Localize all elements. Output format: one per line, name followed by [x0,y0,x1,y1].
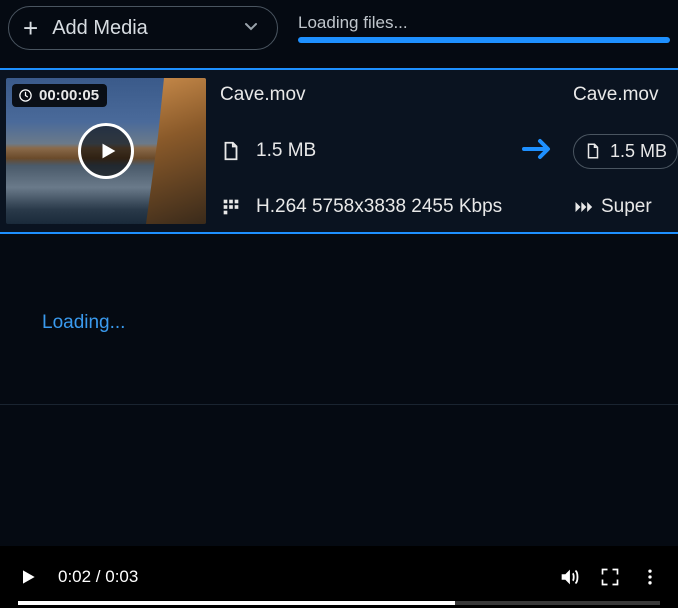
duration-text: 00:00:05 [39,87,99,104]
clock-icon [18,88,33,103]
divider [0,404,678,405]
file-icon [220,140,242,162]
toolbar: + Add Media Loading files... [0,0,678,54]
file-icon [584,142,602,160]
player-time-label: 0:02 / 0:03 [58,567,538,587]
media-thumbnail[interactable]: 00:00:05 [6,78,206,224]
play-icon [18,567,38,587]
media-codec: H.264 5758x3838 2455 Kbps [256,196,502,218]
panel-loading-label: Loading... [0,234,678,404]
media-size: 1.5 MB [256,140,316,162]
volume-icon [558,566,580,588]
media-output-column: Cave.mov 1.5 MB Super [573,78,678,224]
output-preset: Super [601,196,652,218]
player-play-button[interactable] [18,567,38,587]
media-metadata: Cave.mov 1.5 MB H.264 5758x3838 2455 Kbp… [220,78,559,224]
duration-badge: 00:00:05 [12,84,107,107]
add-media-label: Add Media [52,17,229,40]
player-more-button[interactable] [640,567,660,587]
play-icon [97,140,119,162]
more-vertical-icon [640,567,660,587]
player-volume-button[interactable] [558,566,580,588]
add-media-button[interactable]: + Add Media [8,6,278,50]
output-size: 1.5 MB [610,141,667,162]
media-item-row[interactable]: 00:00:05 Cave.mov 1.5 MB H.264 5758x3838… [0,68,678,234]
fast-forward-icon [573,197,593,217]
fullscreen-icon [600,567,620,587]
loading-status: Loading files... [298,13,670,43]
loading-files-label: Loading files... [298,13,670,33]
media-filename: Cave.mov [220,84,306,106]
player-seek-bar[interactable] [18,601,660,605]
player-fullscreen-button[interactable] [600,567,620,587]
film-icon [220,196,242,218]
arrow-right-icon [522,136,558,162]
output-filename: Cave.mov [573,84,659,106]
plus-icon: + [23,15,38,41]
video-player-controls: 0:02 / 0:03 [0,546,678,608]
chevron-down-icon [243,18,259,39]
play-button[interactable] [78,123,134,179]
output-size-pill[interactable]: 1.5 MB [573,134,678,169]
loading-progress-bar [298,37,670,43]
